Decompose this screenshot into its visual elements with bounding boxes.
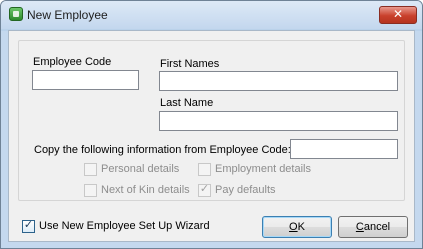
- close-button[interactable]: ✕: [379, 6, 417, 24]
- close-icon: ✕: [392, 7, 404, 21]
- ok-hotkey: O: [289, 221, 298, 233]
- cancel-hotkey: C: [355, 221, 364, 233]
- new-employee-dialog: New Employee ✕ Employee Code First Names…: [0, 0, 423, 249]
- title-bar[interactable]: New Employee ✕: [1, 1, 422, 29]
- pay-defaults-checkbox[interactable]: ✓: [198, 183, 211, 197]
- window-title: New Employee: [27, 8, 108, 22]
- employee-code-label: Employee Code: [33, 56, 112, 68]
- copy-from-label: Copy the following information from Empl…: [34, 144, 291, 156]
- employee-code-input[interactable]: [32, 70, 139, 90]
- next-of-kin-details-checkbox[interactable]: [84, 184, 97, 197]
- check-icon: ✓: [23, 219, 34, 231]
- employment-details-label: Employment details: [215, 163, 311, 175]
- pay-defaults-label: Pay defaults: [215, 184, 276, 196]
- employment-details-checkbox[interactable]: [198, 163, 211, 176]
- dialog-body: Employee Code First Names Last Name Copy…: [8, 30, 415, 242]
- personal-details-label: Personal details: [101, 163, 180, 175]
- last-name-label: Last Name: [160, 97, 214, 109]
- next-of-kin-details-label: Next of Kin details: [101, 184, 190, 196]
- check-icon: ✓: [199, 183, 210, 195]
- first-names-label: First Names: [160, 58, 220, 70]
- copy-from-code-input[interactable]: [290, 139, 398, 159]
- ok-button[interactable]: OK: [262, 216, 332, 238]
- use-wizard-checkbox[interactable]: ✓: [22, 219, 35, 233]
- personal-details-checkbox[interactable]: [84, 163, 97, 176]
- cancel-button[interactable]: Cancel: [338, 216, 408, 238]
- use-wizard-label[interactable]: Use New Employee Set Up Wizard: [39, 220, 210, 232]
- last-name-input[interactable]: [159, 111, 398, 131]
- employee-details-group: Employee Code First Names Last Name Copy…: [18, 40, 405, 201]
- first-names-input[interactable]: [159, 71, 398, 91]
- app-icon: [9, 7, 23, 21]
- ok-label-rest: K: [297, 221, 305, 233]
- cancel-label-rest: ancel: [363, 221, 391, 233]
